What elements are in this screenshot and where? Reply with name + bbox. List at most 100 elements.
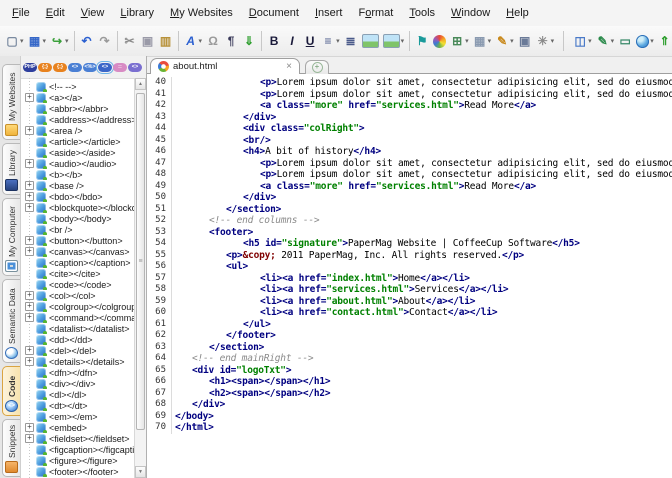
tree-item-address-address[interactable]: <address></address> xyxy=(21,114,134,125)
sidebar-tab-code[interactable]: Code<> xyxy=(2,366,20,416)
code-line-60[interactable]: 60<li><a href="contact.html">Contact</a>… xyxy=(147,307,672,319)
paste-button[interactable]: ▥ xyxy=(157,30,175,52)
expand-plus-icon[interactable]: + xyxy=(25,291,34,300)
layout-button[interactable]: ▦▾ xyxy=(471,30,494,52)
filter-js[interactable]: {;} xyxy=(53,63,67,72)
code-line-69[interactable]: 69</body> xyxy=(147,411,672,423)
open-in-editor-button[interactable]: ✎▾ xyxy=(594,30,617,52)
filter-wml[interactable]: :: xyxy=(113,63,127,72)
tree-item-details-details[interactable]: +<details></details> xyxy=(21,356,134,367)
code-line-64[interactable]: 64<!-- end mainRight --> xyxy=(147,353,672,365)
menu-insert[interactable]: Insert xyxy=(307,4,351,22)
tree-item-a-a[interactable]: +<a></a> xyxy=(21,92,134,103)
paragraph-button[interactable]: ¶ xyxy=(222,30,240,52)
tree-item-col-col[interactable]: +<col></col> xyxy=(21,290,134,301)
scroll-down-icon[interactable]: ▼ xyxy=(135,466,146,478)
menu-view[interactable]: View xyxy=(73,4,113,22)
tree-item-button-button[interactable]: +<button></button> xyxy=(21,235,134,246)
filter-xhtml[interactable]: <> xyxy=(128,63,142,72)
code-line-65[interactable]: 65<div id="logoTxt"> xyxy=(147,365,672,377)
sidebar-tab-my-websites[interactable]: My Websites xyxy=(2,64,20,140)
code-line-41[interactable]: 41<p>Lorem ipsum dolor sit amet, consect… xyxy=(147,89,672,101)
anchor-button[interactable]: ⚑ xyxy=(413,30,431,52)
code-editor-area[interactable]: 40<p>Lorem ipsum dolor sit amet, consect… xyxy=(147,74,672,478)
italic-button[interactable]: I xyxy=(283,30,301,52)
filter-css[interactable]: {;} xyxy=(38,63,52,72)
code-line-50[interactable]: 50</div> xyxy=(147,192,672,204)
menu-file[interactable]: File xyxy=(4,4,38,22)
tree-item-article-article[interactable]: <article></article> xyxy=(21,136,134,147)
code-line-57[interactable]: 57<li><a href="index.html">Home</a></li> xyxy=(147,273,672,285)
expand-plus-icon[interactable]: + xyxy=(25,423,34,432)
sidebar-tab-library[interactable]: Library xyxy=(2,143,20,195)
filter-php[interactable]: PHP xyxy=(23,63,37,72)
tree-item-bdo-bdo[interactable]: +<bdo></bdo> xyxy=(21,191,134,202)
tree-item-area[interactable]: +<area /> xyxy=(21,125,134,136)
table-button[interactable]: ⊞▾ xyxy=(448,30,471,52)
tree-item-b-b[interactable]: <b></b> xyxy=(21,169,134,180)
code-line-67[interactable]: 67<h2><span></span></h2> xyxy=(147,388,672,400)
code-line-42[interactable]: 42<a class="more" href="services.html">R… xyxy=(147,100,672,112)
expand-plus-icon[interactable]: + xyxy=(25,236,34,245)
expand-plus-icon[interactable]: + xyxy=(25,434,34,443)
code-line-63[interactable]: 63</section> xyxy=(147,342,672,354)
bold-button[interactable]: B xyxy=(265,30,283,52)
scrollbar-thumb[interactable]: ≡ xyxy=(136,93,145,430)
expand-plus-icon[interactable]: + xyxy=(25,192,34,201)
menu-window[interactable]: Window xyxy=(443,4,498,22)
code-line-56[interactable]: 56<ul> xyxy=(147,261,672,273)
code-line-58[interactable]: 58<li><a href="services.html">Services</… xyxy=(147,284,672,296)
scroll-up-icon[interactable]: ▲ xyxy=(135,78,146,90)
undo-button[interactable]: ↶ xyxy=(78,30,96,52)
tree-item-aside-aside[interactable]: <aside></aside> xyxy=(21,147,134,158)
color-wheel-button[interactable] xyxy=(431,30,448,52)
copy-button[interactable]: ▣ xyxy=(139,30,157,52)
tree-item-colgroup-colgroup[interactable]: +<colgroup></colgroup> xyxy=(21,301,134,312)
tree-item-dd-dd[interactable]: <dd></dd> xyxy=(21,334,134,345)
tree-item-fieldset-fieldset[interactable]: +<fieldset></fieldset> xyxy=(21,433,134,444)
code-line-40[interactable]: 40<p>Lorem ipsum dolor sit amet, consect… xyxy=(147,77,672,89)
tree-item-figcaption-figcaption[interactable]: <figcaption></figcaption> xyxy=(21,444,134,455)
code-line-51[interactable]: 51</section> xyxy=(147,204,672,216)
code-line-45[interactable]: 45<br/> xyxy=(147,135,672,147)
code-line-53[interactable]: 53<footer> xyxy=(147,227,672,239)
code-line-55[interactable]: 55<p>&copy; 2011 PaperMag, Inc. All righ… xyxy=(147,250,672,262)
tree-item-del-del[interactable]: +<del></del> xyxy=(21,345,134,356)
expand-plus-icon[interactable]: + xyxy=(25,203,34,212)
edit-page-button[interactable]: ✎▾ xyxy=(493,30,516,52)
tree-item-dl-dl[interactable]: <dl></dl> xyxy=(21,389,134,400)
image-button[interactable] xyxy=(360,30,381,52)
upload-button[interactable]: ⇑▾ xyxy=(656,30,672,52)
tree-item-figure-figure[interactable]: <figure></figure> xyxy=(21,455,134,466)
filter-html[interactable]: <> xyxy=(68,63,82,72)
close-icon[interactable]: × xyxy=(286,62,292,72)
expand-plus-icon[interactable]: + xyxy=(25,313,34,322)
code-line-43[interactable]: 43</div> xyxy=(147,112,672,124)
tree-item-br[interactable]: <br /> xyxy=(21,224,134,235)
tree-item-[interactable]: <!-- --> xyxy=(21,81,134,92)
tree-item-code-code[interactable]: <code></code> xyxy=(21,279,134,290)
underline-button[interactable]: U xyxy=(301,30,319,52)
redo-button[interactable]: ↷ xyxy=(96,30,114,52)
sidebar-tab-snippets[interactable]: Snippets xyxy=(2,419,20,477)
tree-item-canvas-canvas[interactable]: +<canvas></canvas> xyxy=(21,246,134,257)
tree-item-audio-audio[interactable]: +<audio></audio> xyxy=(21,158,134,169)
code-line-48[interactable]: 48<p>Lorem ipsum dolor sit amet, consect… xyxy=(147,169,672,181)
code-line-46[interactable]: 46<h4>A bit of history</h4> xyxy=(147,146,672,158)
code-line-66[interactable]: 66<h1><span></span></h1> xyxy=(147,376,672,388)
list-button[interactable]: ≣ xyxy=(342,30,360,52)
tree-item-command-command[interactable]: +<command></command> xyxy=(21,312,134,323)
filter-asp[interactable]: <%> xyxy=(83,63,97,72)
settings-button[interactable]: ✳▾ xyxy=(534,30,557,52)
font-button[interactable]: A▾ xyxy=(182,30,205,52)
save-button[interactable]: ▦▾ xyxy=(26,30,49,52)
code-line-61[interactable]: 61</ul> xyxy=(147,319,672,331)
tree-item-em-em[interactable]: <em></em> xyxy=(21,411,134,422)
photo-gallery-button[interactable]: ▾ xyxy=(381,30,407,52)
expand-plus-icon[interactable]: + xyxy=(25,302,34,311)
frames-button[interactable]: ◫▾ xyxy=(571,30,594,52)
browser-preview-button[interactable]: ▾ xyxy=(634,30,656,52)
tree-item-cite-cite[interactable]: <cite></cite> xyxy=(21,268,134,279)
expand-plus-icon[interactable]: + xyxy=(25,159,34,168)
tree-item-datalist-datalist[interactable]: <datalist></datalist> xyxy=(21,323,134,334)
